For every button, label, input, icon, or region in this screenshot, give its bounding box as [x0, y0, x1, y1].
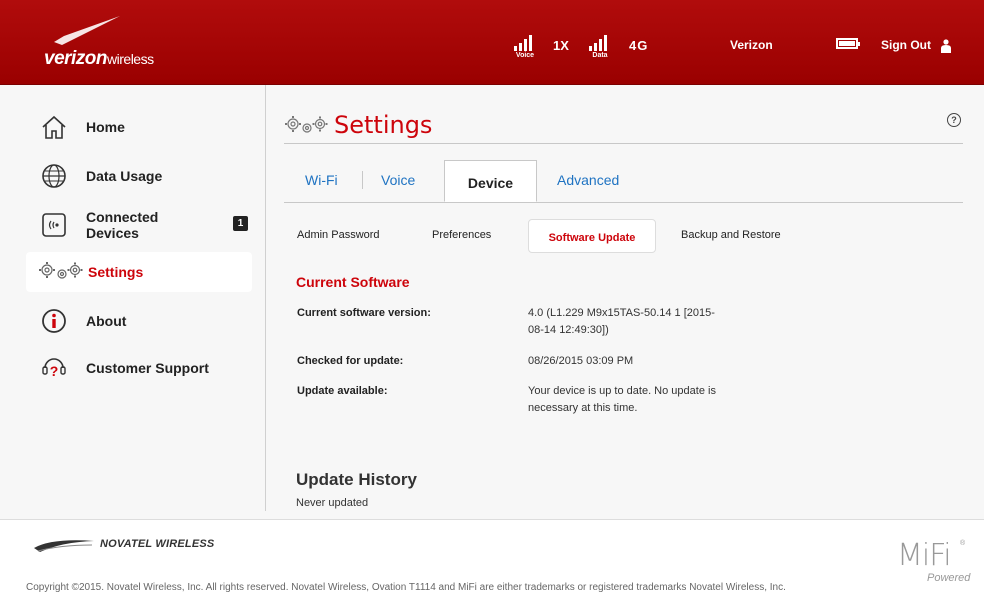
verizon-check-mark-icon	[54, 16, 120, 45]
support-icon: ?	[38, 352, 70, 384]
sidebar-item-about[interactable]: About	[26, 301, 252, 341]
sidebar-item-label: About	[86, 313, 127, 329]
tab-device[interactable]: Device	[444, 160, 537, 202]
sidebar-item-home[interactable]: Home	[26, 107, 252, 147]
sign-out-label: Sign Out	[881, 38, 931, 52]
mifi-powered-tagline: Powered	[927, 572, 971, 584]
data-signal-indicator: Data	[586, 34, 614, 59]
sidebar-item-label: Data Usage	[86, 168, 163, 184]
current-software-version-label: Current software version:	[297, 307, 431, 319]
tab-advanced[interactable]: Advanced	[557, 172, 619, 188]
data-signal-caption: Data	[592, 52, 608, 59]
sidebar-nav: Home Data Usage Connected Devices 1 Sett…	[26, 85, 266, 519]
sidebar-item-label: Customer Support	[86, 360, 209, 376]
checked-for-update-label: Checked for update:	[297, 355, 404, 367]
sidebar-item-label: Home	[86, 119, 125, 135]
person-icon	[941, 39, 952, 53]
help-icon[interactable]: ?	[947, 113, 961, 127]
subtab-software-update[interactable]: Software Update	[528, 219, 656, 253]
tab-voice[interactable]: Voice	[381, 172, 415, 188]
device-subtabs: Admin Password Preferences Software Upda…	[284, 219, 963, 253]
home-icon	[38, 111, 70, 143]
connected-devices-icon	[38, 209, 70, 241]
info-icon	[38, 305, 70, 337]
sidebar-item-data-usage[interactable]: Data Usage	[26, 156, 252, 196]
battery-icon	[836, 38, 860, 49]
logo-brand-rest: wireless	[107, 51, 154, 67]
voice-signal-indicator: Voice	[511, 34, 539, 59]
sidebar-item-connected-devices[interactable]: Connected Devices 1	[26, 203, 252, 247]
page-title: Settings	[334, 111, 433, 139]
sidebar-item-customer-support[interactable]: ? Customer Support	[26, 348, 252, 388]
sidebar-item-settings[interactable]: Settings	[26, 252, 252, 292]
settings-panel: Settings ? Wi-Fi Voice Device Advanced A…	[284, 85, 964, 519]
top-header: verizonwireless Voice 1X Data 4G Verizon…	[0, 0, 984, 85]
novatel-swoosh-icon	[34, 540, 94, 552]
subtab-preferences[interactable]: Preferences	[432, 229, 491, 241]
mifi-registered-mark: ®	[960, 540, 966, 547]
tab-separator	[362, 171, 363, 189]
content-area: Home Data Usage Connected Devices 1 Sett…	[0, 85, 984, 519]
voice-signal-caption: Voice	[515, 52, 535, 59]
page-title-row: Settings	[284, 109, 963, 144]
novatel-wireless-logo: NOVATEL WIRELESS	[100, 538, 215, 550]
signal-bars-icon	[589, 35, 607, 51]
connected-devices-count-badge: 1	[233, 216, 248, 231]
current-software-version-value: 4.0 (L1.229 M9x15TAS-50.14 1 [2015-08-14…	[528, 307, 715, 336]
sidebar-divider	[265, 85, 266, 511]
data-tech-label: 4G	[629, 38, 649, 53]
subtab-admin-password[interactable]: Admin Password	[297, 229, 380, 241]
voice-tech-label: 1X	[553, 38, 569, 53]
sidebar-item-label: Connected Devices	[86, 209, 159, 241]
gears-icon	[285, 116, 328, 133]
sidebar-item-label: Settings	[88, 264, 144, 280]
sign-out-button[interactable]: Sign Out	[881, 38, 952, 53]
logo-brand-bold: verizon	[44, 48, 108, 69]
globe-icon	[38, 160, 70, 192]
page-footer: NOVATEL WIRELESS Copyright ©2015. Novate…	[0, 519, 984, 615]
tab-wifi[interactable]: Wi-Fi	[305, 172, 338, 188]
carrier-name: Verizon	[730, 38, 773, 52]
copyright-text: Copyright ©2015. Novatel Wireless, Inc. …	[26, 582, 786, 593]
update-history-heading: Update History	[296, 470, 417, 489]
checked-for-update-value: 08/26/2015 03:09 PM	[528, 355, 634, 367]
subtab-backup-and-restore[interactable]: Backup and Restore	[681, 229, 781, 241]
signal-bars-icon	[514, 35, 532, 51]
svg-text:?: ?	[50, 363, 59, 379]
gears-icon	[38, 256, 84, 288]
verizon-wireless-logo: verizonwireless	[44, 14, 194, 74]
update-available-value: Your device is up to date. No update is …	[528, 385, 716, 414]
update-available-label: Update available:	[297, 385, 388, 397]
update-history-text: Never updated	[296, 497, 369, 509]
main-tabs: Wi-Fi Voice Device Advanced	[284, 160, 963, 203]
current-software-heading: Current Software	[296, 274, 410, 290]
mifi-logo: MiFi	[897, 538, 952, 573]
